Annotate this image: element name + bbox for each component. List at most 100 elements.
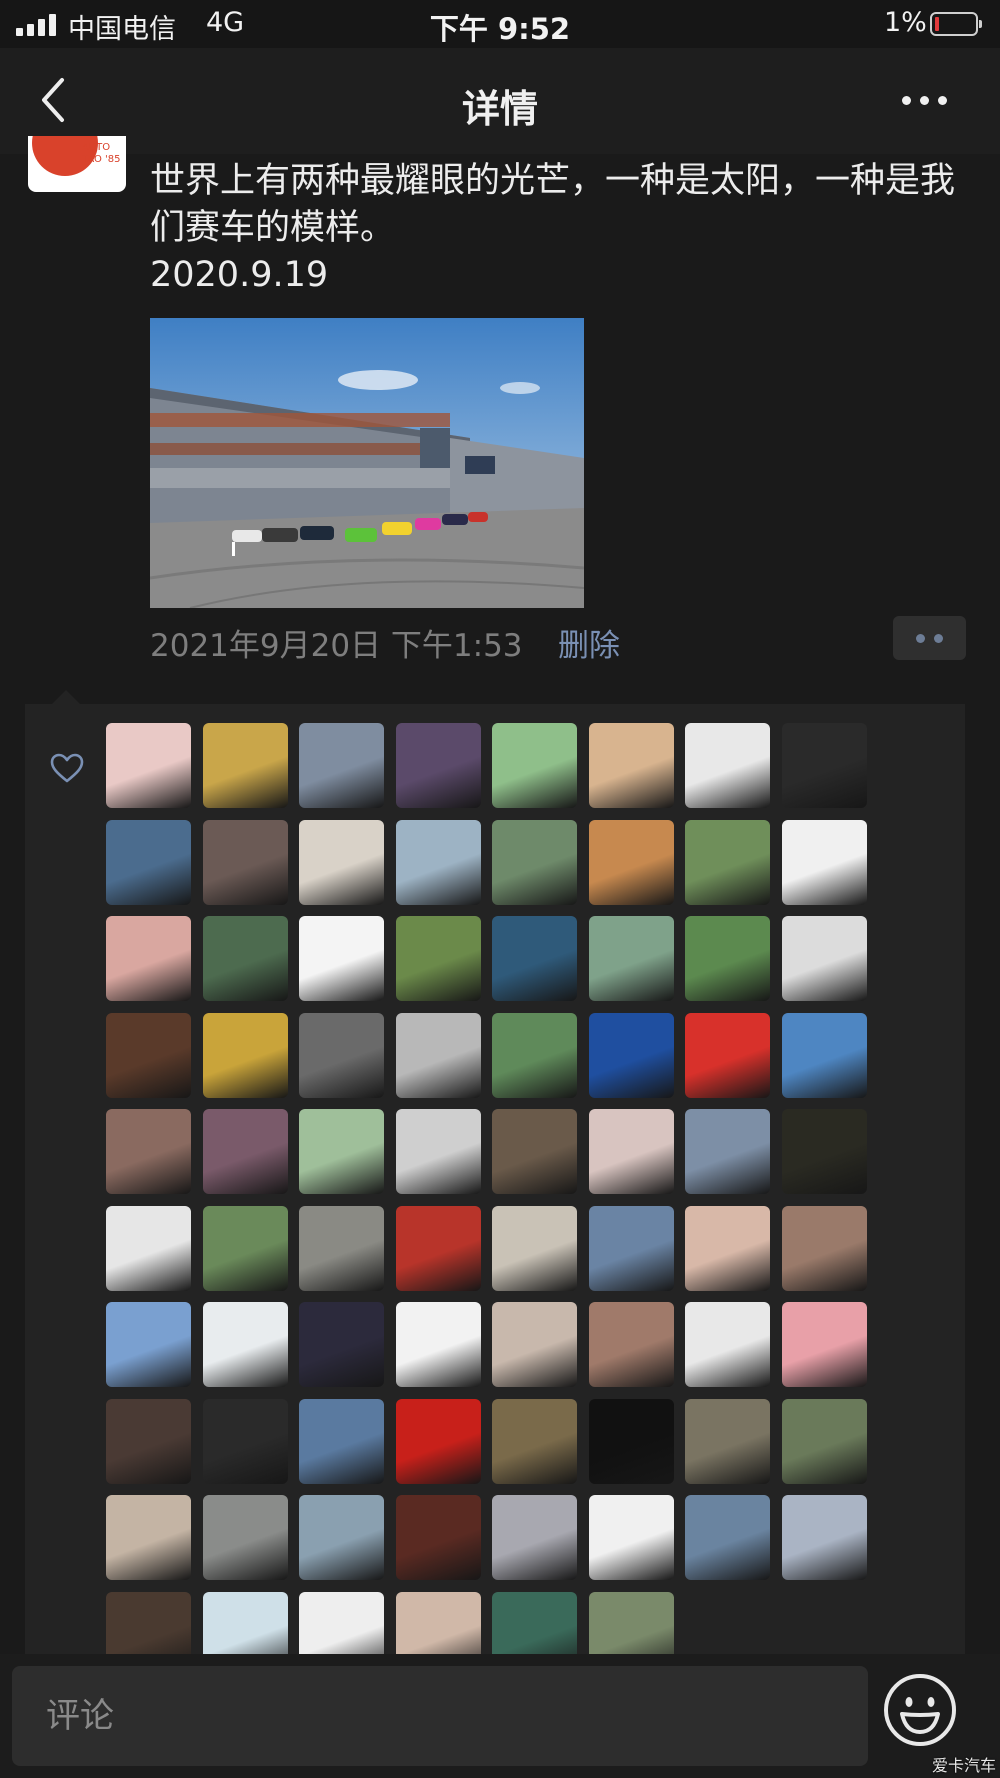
liker-avatar[interactable] [299, 1399, 384, 1484]
liker-avatar[interactable] [685, 1109, 770, 1194]
comment-bar [0, 1654, 1000, 1778]
liker-avatar[interactable] [492, 723, 577, 808]
liker-avatar[interactable] [396, 723, 481, 808]
liker-avatar[interactable] [396, 1592, 481, 1654]
liker-avatar[interactable] [589, 1109, 674, 1194]
liker-avatar[interactable] [106, 1592, 191, 1654]
heart-icon [50, 753, 84, 783]
liker-avatar[interactable] [589, 1495, 674, 1580]
liker-avatar[interactable] [782, 1302, 867, 1387]
watermark: 爱卡汽车 [932, 1756, 997, 1775]
likes-panel [25, 704, 965, 1654]
liker-avatar[interactable] [492, 1495, 577, 1580]
liker-avatar[interactable] [685, 723, 770, 808]
liker-avatar[interactable] [106, 723, 191, 808]
liker-avatar[interactable] [589, 723, 674, 808]
liker-avatar[interactable] [685, 1399, 770, 1484]
more-dots-icon [902, 96, 911, 105]
liker-avatar[interactable] [299, 723, 384, 808]
liker-avatar[interactable] [203, 723, 288, 808]
liker-avatar[interactable] [396, 1495, 481, 1580]
liker-avatar[interactable] [589, 1592, 674, 1654]
liker-avatar[interactable] [106, 1109, 191, 1194]
liker-avatar[interactable] [106, 820, 191, 905]
liker-avatar[interactable] [685, 1206, 770, 1291]
liker-avatar[interactable] [492, 1109, 577, 1194]
liker-avatar[interactable] [299, 1109, 384, 1194]
post-photo[interactable] [150, 318, 584, 608]
liker-avatar[interactable] [203, 1206, 288, 1291]
liker-avatar[interactable] [106, 1399, 191, 1484]
liker-avatar[interactable] [106, 916, 191, 1001]
page-title: 详情 [461, 87, 538, 131]
liker-avatar[interactable] [396, 1109, 481, 1194]
liker-avatar[interactable] [492, 916, 577, 1001]
liker-avatar[interactable] [106, 1302, 191, 1387]
liker-avatar[interactable] [396, 820, 481, 905]
liker-avatar[interactable] [492, 1399, 577, 1484]
battery-icon [930, 12, 982, 36]
liker-avatar[interactable] [299, 916, 384, 1001]
post-timestamp: 2021年9月20日 下午1:53 [150, 628, 523, 664]
liker-avatar[interactable] [106, 1495, 191, 1580]
liker-avatar[interactable] [782, 820, 867, 905]
liker-avatar[interactable] [203, 1592, 288, 1654]
liker-avatar[interactable] [685, 1013, 770, 1098]
liker-avatar[interactable] [106, 1013, 191, 1098]
more-button[interactable] [900, 84, 960, 114]
liker-avatar[interactable] [492, 1302, 577, 1387]
like-comment-button[interactable] [893, 616, 966, 660]
liker-avatar[interactable] [589, 820, 674, 905]
liker-avatar[interactable] [782, 1013, 867, 1098]
liker-avatar[interactable] [106, 1206, 191, 1291]
liker-avatar[interactable] [492, 820, 577, 905]
liker-avatar[interactable] [782, 1399, 867, 1484]
liker-avatar[interactable] [203, 1302, 288, 1387]
liker-avatar[interactable] [396, 916, 481, 1001]
liker-avatar[interactable] [203, 916, 288, 1001]
more-dots-icon [916, 634, 925, 643]
liker-avatar[interactable] [589, 1206, 674, 1291]
delete-link[interactable]: 删除 [558, 620, 620, 665]
post-date: 2020.9.19 [150, 255, 329, 295]
liker-avatar[interactable] [396, 1302, 481, 1387]
liker-avatar[interactable] [782, 916, 867, 1001]
author-avatar[interactable]: AUTO TAO '85 [28, 136, 126, 192]
liker-avatar[interactable] [299, 1495, 384, 1580]
liker-avatar[interactable] [685, 1302, 770, 1387]
avatar-logo-text: AUTO TAO '85 [82, 142, 121, 165]
liker-avatar[interactable] [782, 1109, 867, 1194]
emoji-icon[interactable] [882, 1672, 958, 1748]
liker-avatar[interactable] [782, 1495, 867, 1580]
status-bar: 中国电信 4G 下午 9:52 1% [0, 0, 1000, 48]
liker-avatar[interactable] [203, 1013, 288, 1098]
comment-input[interactable] [12, 1666, 868, 1766]
liker-avatar[interactable] [589, 1302, 674, 1387]
liker-avatar[interactable] [396, 1399, 481, 1484]
liker-avatar[interactable] [782, 723, 867, 808]
liker-avatar[interactable] [299, 820, 384, 905]
liker-avatar[interactable] [589, 1399, 674, 1484]
liker-avatar[interactable] [589, 916, 674, 1001]
liker-avatar[interactable] [203, 820, 288, 905]
liker-avatar[interactable] [685, 916, 770, 1001]
status-time: 下午 9:52 [429, 12, 571, 46]
liker-avatar[interactable] [492, 1013, 577, 1098]
liker-avatar[interactable] [203, 1109, 288, 1194]
liker-avatar[interactable] [492, 1592, 577, 1654]
liker-avatar[interactable] [203, 1399, 288, 1484]
liker-avatar[interactable] [299, 1206, 384, 1291]
liker-avatar[interactable] [685, 820, 770, 905]
liker-avatar[interactable] [685, 1495, 770, 1580]
liker-avatar[interactable] [396, 1206, 481, 1291]
liker-avatar[interactable] [589, 1013, 674, 1098]
nav-bar: 详情 [0, 48, 1000, 154]
liker-avatar[interactable] [492, 1206, 577, 1291]
liker-avatar[interactable] [299, 1592, 384, 1654]
liker-avatar[interactable] [299, 1302, 384, 1387]
liker-avatar[interactable] [203, 1495, 288, 1580]
liker-avatar[interactable] [396, 1013, 481, 1098]
liker-avatar[interactable] [782, 1206, 867, 1291]
liker-avatar[interactable] [299, 1013, 384, 1098]
battery-percent: 1% [884, 7, 927, 38]
